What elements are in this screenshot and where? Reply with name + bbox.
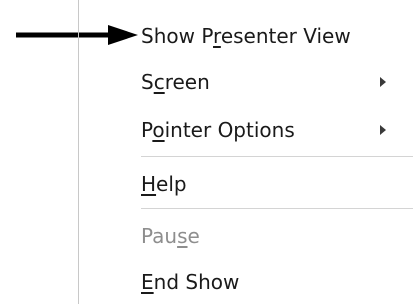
chevron-right-icon <box>380 77 386 87</box>
menu-item-show-presenter-view[interactable]: Show Presenter View <box>79 14 413 58</box>
chevron-right-icon <box>380 125 386 135</box>
menu-item-label: Pause <box>141 224 200 248</box>
menu-separator <box>141 156 413 157</box>
menu-item-pointer-options[interactable]: Pointer Options <box>79 108 413 152</box>
menu-item-label: Pointer Options <box>141 118 295 142</box>
menu-item-label: End Show <box>141 270 240 294</box>
menu-item-screen[interactable]: Screen <box>79 60 413 104</box>
menu-separator <box>141 208 413 209</box>
menu-item-pause: Pause <box>79 214 413 258</box>
slideshow-context-menu: Show Presenter View Screen Pointer Optio… <box>79 0 413 304</box>
context-menu-screenshot: Show Presenter View Screen Pointer Optio… <box>0 0 413 304</box>
menu-item-help[interactable]: Help <box>79 162 413 206</box>
menu-item-end-show[interactable]: End Show <box>79 260 413 304</box>
menu-item-label: Screen <box>141 70 210 94</box>
menu-item-label: Help <box>141 172 187 196</box>
menu-item-label: Show Presenter View <box>141 24 351 48</box>
